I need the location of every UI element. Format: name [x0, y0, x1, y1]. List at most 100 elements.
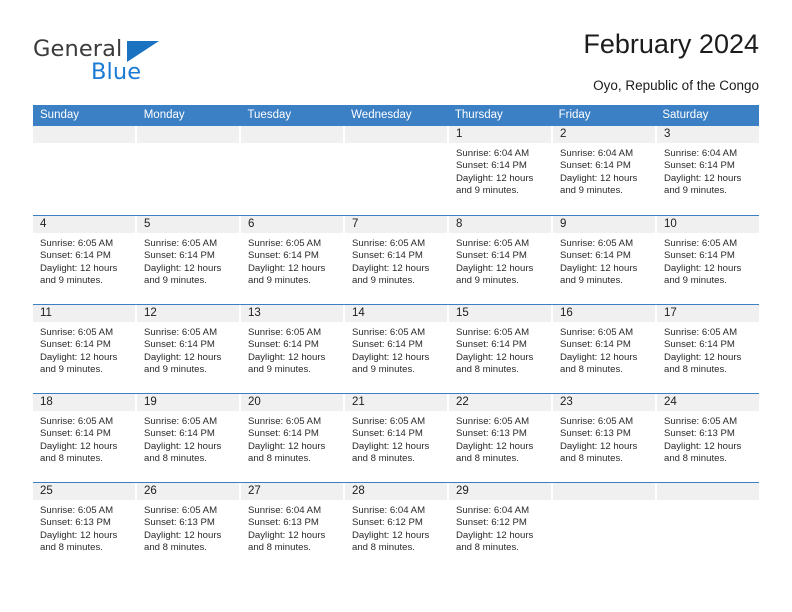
daylight-text-line1: Daylight: 12 hours	[352, 529, 430, 541]
calendar-week-row: 18 Sunrise: 6:05 AM Sunset: 6:14 PM Dayligh…	[33, 393, 759, 482]
sunrise-text: Sunrise: 6:05 AM	[664, 416, 738, 427]
day-number: 15	[456, 307, 469, 319]
sunset-text: Sunset: 6:14 PM	[456, 250, 527, 262]
day-details: Sunrise: 6:05 AM Sunset: 6:14 PM Daylight:…	[345, 411, 447, 465]
calendar-day-cell-empty	[33, 126, 137, 214]
calendar-day-cell[interactable]: 5 Sunrise: 6:05 AM Sunset: 6:14 PM Daylight…	[137, 216, 241, 304]
sunset-text: Sunset: 6:14 PM	[664, 160, 735, 172]
daylight-text-line2: and 8 minutes.	[144, 541, 207, 553]
daylight-text-line2: and 9 minutes.	[560, 274, 623, 286]
location-subtitle: Oyo, Republic of the Congo	[593, 78, 759, 93]
day-number: 27	[248, 485, 261, 497]
daylight-text-line2: and 8 minutes.	[40, 541, 103, 553]
sunrise-text: Sunrise: 6:04 AM	[456, 505, 530, 516]
day-number: 11	[40, 307, 52, 319]
calendar-day-cell[interactable]: 2 Sunrise: 6:04 AM Sunset: 6:14 PM Daylight…	[553, 126, 657, 214]
day-number: 1	[456, 128, 463, 140]
calendar-day-cell[interactable]: 8 Sunrise: 6:05 AM Sunset: 6:14 PM Daylight…	[449, 216, 553, 304]
weekday-header-friday: Friday	[558, 109, 591, 121]
calendar-day-cell[interactable]: 15 Sunrise: 6:05 AM Sunset: 6:14 PM Dayligh…	[449, 305, 553, 393]
daylight-text-line2: and 8 minutes.	[456, 363, 519, 375]
day-number: 28	[352, 485, 365, 497]
sunset-text: Sunset: 6:14 PM	[40, 250, 111, 262]
calendar-day-cell[interactable]: 10 Sunrise: 6:05 AM Sunset: 6:14 PM Dayligh…	[657, 216, 759, 304]
day-number-band: 3	[657, 126, 759, 143]
calendar-day-cell[interactable]: 28 Sunrise: 6:04 AM Sunset: 6:12 PM Dayligh…	[345, 483, 449, 571]
daylight-text-line1: Daylight: 12 hours	[664, 172, 742, 184]
day-number-band: 28	[345, 483, 447, 500]
daylight-text-line1: Daylight: 12 hours	[456, 351, 534, 363]
calendar-day-cell[interactable]: 25 Sunrise: 6:05 AM Sunset: 6:13 PM Dayligh…	[33, 483, 137, 571]
calendar-day-cell[interactable]: 27 Sunrise: 6:04 AM Sunset: 6:13 PM Dayligh…	[241, 483, 345, 571]
day-number: 12	[144, 307, 157, 319]
logo-text-blue: Blue	[91, 59, 142, 85]
day-details: Sunrise: 6:04 AM Sunset: 6:14 PM Daylight:…	[657, 143, 759, 197]
calendar-day-cell[interactable]: 19 Sunrise: 6:05 AM Sunset: 6:14 PM Dayligh…	[137, 394, 241, 482]
calendar-day-cell[interactable]: 20 Sunrise: 6:05 AM Sunset: 6:14 PM Dayligh…	[241, 394, 345, 482]
calendar-day-cell[interactable]: 21 Sunrise: 6:05 AM Sunset: 6:14 PM Dayligh…	[345, 394, 449, 482]
daylight-text-line2: and 8 minutes.	[248, 452, 311, 464]
sunset-text: Sunset: 6:14 PM	[664, 339, 735, 351]
calendar-day-cell[interactable]: 4 Sunrise: 6:05 AM Sunset: 6:14 PM Daylight…	[33, 216, 137, 304]
weekday-header-thursday: Thursday	[454, 109, 503, 121]
daylight-text-line1: Daylight: 12 hours	[248, 529, 326, 541]
day-details	[33, 143, 135, 148]
day-details: Sunrise: 6:05 AM Sunset: 6:14 PM Daylight:…	[241, 411, 343, 465]
calendar-day-cell[interactable]: 26 Sunrise: 6:05 AM Sunset: 6:13 PM Dayligh…	[137, 483, 241, 571]
day-number: 18	[40, 396, 53, 408]
weekday-header-row: Sunday Monday Tuesday Wednesday Thursday…	[33, 105, 759, 126]
calendar-weeks: 1 Sunrise: 6:04 AM Sunset: 6:14 PM Daylight…	[33, 126, 759, 571]
calendar-day-cell[interactable]: 23 Sunrise: 6:05 AM Sunset: 6:13 PM Dayligh…	[553, 394, 657, 482]
day-number-band: 21	[345, 394, 447, 411]
calendar-day-cell[interactable]: 24 Sunrise: 6:05 AM Sunset: 6:13 PM Dayligh…	[657, 394, 759, 482]
day-number: 8	[456, 218, 463, 230]
day-number-band: 7	[345, 216, 447, 233]
calendar-day-cell[interactable]: 9 Sunrise: 6:05 AM Sunset: 6:14 PM Daylight…	[553, 216, 657, 304]
daylight-text-line2: and 8 minutes.	[352, 452, 415, 464]
weekday-header-saturday: Saturday	[662, 109, 709, 121]
calendar-day-cell[interactable]: 3 Sunrise: 6:04 AM Sunset: 6:14 PM Daylight…	[657, 126, 759, 214]
day-number-band: 2	[553, 126, 655, 143]
day-details: Sunrise: 6:04 AM Sunset: 6:12 PM Daylight:…	[449, 500, 551, 554]
day-number-band: 6	[241, 216, 343, 233]
daylight-text-line1: Daylight: 12 hours	[40, 440, 118, 452]
calendar-day-cell[interactable]: 17 Sunrise: 6:05 AM Sunset: 6:14 PM Dayligh…	[657, 305, 759, 393]
day-details	[345, 143, 447, 148]
calendar-day-cell[interactable]: 11 Sunrise: 6:05 AM Sunset: 6:14 PM Dayligh…	[33, 305, 137, 393]
sunrise-text: Sunrise: 6:04 AM	[352, 505, 426, 516]
daylight-text-line2: and 9 minutes.	[456, 184, 519, 196]
daylight-text-line2: and 9 minutes.	[664, 184, 727, 196]
day-number: 13	[248, 307, 261, 319]
calendar-day-cell[interactable]: 18 Sunrise: 6:05 AM Sunset: 6:14 PM Dayligh…	[33, 394, 137, 482]
day-number: 2	[560, 128, 567, 140]
sunrise-text: Sunrise: 6:05 AM	[144, 238, 218, 249]
sunrise-text: Sunrise: 6:05 AM	[352, 416, 426, 427]
calendar-day-cell[interactable]: 12 Sunrise: 6:05 AM Sunset: 6:14 PM Dayligh…	[137, 305, 241, 393]
day-details: Sunrise: 6:05 AM Sunset: 6:13 PM Daylight:…	[449, 411, 551, 465]
calendar-day-cell[interactable]: 7 Sunrise: 6:05 AM Sunset: 6:14 PM Daylight…	[345, 216, 449, 304]
calendar-day-cell[interactable]: 16 Sunrise: 6:05 AM Sunset: 6:14 PM Dayligh…	[553, 305, 657, 393]
sunset-text: Sunset: 6:12 PM	[456, 517, 527, 529]
weekday-header-monday: Monday	[143, 109, 185, 121]
day-number-band	[657, 483, 759, 500]
calendar-page: General Blue February 2024 Oyo, Republic…	[0, 0, 792, 612]
calendar-day-cell[interactable]: 22 Sunrise: 6:05 AM Sunset: 6:13 PM Dayligh…	[449, 394, 553, 482]
page-header: General Blue February 2024 Oyo, Republic…	[0, 0, 792, 104]
sunset-text: Sunset: 6:14 PM	[40, 339, 111, 351]
calendar-day-cell[interactable]: 13 Sunrise: 6:05 AM Sunset: 6:14 PM Dayligh…	[241, 305, 345, 393]
daylight-text-line1: Daylight: 12 hours	[144, 262, 222, 274]
daylight-text-line2: and 9 minutes.	[248, 274, 311, 286]
day-number-band: 15	[449, 305, 551, 322]
day-number-band: 25	[33, 483, 135, 500]
calendar-day-cell[interactable]: 6 Sunrise: 6:05 AM Sunset: 6:14 PM Daylight…	[241, 216, 345, 304]
day-number: 14	[352, 307, 365, 319]
calendar-day-cell[interactable]: 14 Sunrise: 6:05 AM Sunset: 6:14 PM Dayligh…	[345, 305, 449, 393]
sunset-text: Sunset: 6:14 PM	[248, 250, 319, 262]
calendar-day-cell[interactable]: 1 Sunrise: 6:04 AM Sunset: 6:14 PM Daylight…	[449, 126, 553, 214]
day-number-band: 10	[657, 216, 759, 233]
sunrise-text: Sunrise: 6:05 AM	[40, 505, 114, 516]
daylight-text-line2: and 9 minutes.	[664, 274, 727, 286]
daylight-text-line2: and 8 minutes.	[456, 452, 519, 464]
day-details: Sunrise: 6:05 AM Sunset: 6:14 PM Daylight:…	[137, 322, 239, 376]
calendar-day-cell[interactable]: 29 Sunrise: 6:04 AM Sunset: 6:12 PM Dayligh…	[449, 483, 553, 571]
